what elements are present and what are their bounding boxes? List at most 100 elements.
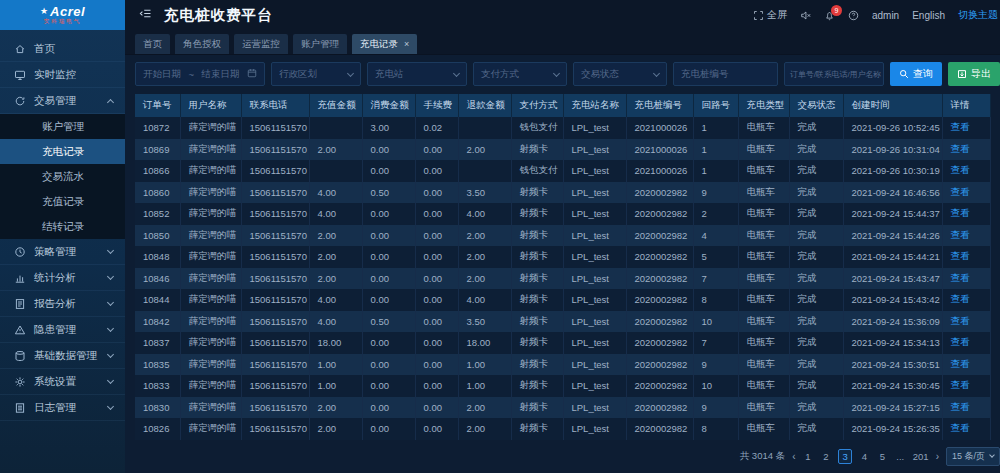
table-cell: 7 xyxy=(693,332,738,354)
table-cell: 0.00 xyxy=(415,160,458,182)
table-cell: 电瓶车 xyxy=(738,182,789,204)
tab[interactable]: 首页 xyxy=(135,34,170,54)
page-number[interactable]: 2 xyxy=(820,451,831,462)
table-cell: 2021-09-24 15:30:45 xyxy=(843,375,942,397)
table-cell: LPL_test xyxy=(563,418,626,440)
table-cell: 完成 xyxy=(789,397,843,419)
sidebar-item[interactable]: 日志管理 xyxy=(0,395,125,421)
detail-link[interactable]: 查看 xyxy=(942,418,990,440)
page-number[interactable]: 1 xyxy=(802,451,813,462)
keyword-input[interactable]: 订单号/联系电话/用户名称 xyxy=(784,62,884,86)
table-cell: 薛定谔的喵 xyxy=(180,139,241,161)
detail-link[interactable]: 查看 xyxy=(942,203,990,225)
table-cell: 0.00 xyxy=(415,225,458,247)
detail-link[interactable]: 查看 xyxy=(942,332,990,354)
table-cell xyxy=(309,160,362,182)
pay-method-select[interactable]: 支付方式 xyxy=(473,62,567,86)
sidebar-subitem[interactable]: 充值记录 xyxy=(0,189,125,214)
table-cell: 电瓶车 xyxy=(738,354,789,376)
sidebar-item[interactable]: 统计分析 xyxy=(0,265,125,291)
page-number[interactable]: 3 xyxy=(838,449,851,464)
user-menu[interactable]: admin xyxy=(872,10,899,21)
prev-page-button[interactable]: ‹ xyxy=(791,451,796,462)
table-cell: 2020002982 xyxy=(626,311,693,333)
export-button[interactable]: 导出 xyxy=(948,62,1000,86)
detail-link[interactable]: 查看 xyxy=(942,268,990,290)
page-number[interactable]: 5 xyxy=(877,451,888,462)
tab[interactable]: 角色授权 xyxy=(175,34,229,54)
station-select[interactable]: 充电站 xyxy=(367,62,467,86)
notifications-button[interactable]: 9 xyxy=(824,10,835,21)
trade-status-select[interactable]: 交易状态 xyxy=(573,62,667,86)
table-cell: 薛定谔的喵 xyxy=(180,354,241,376)
home-icon xyxy=(14,43,26,55)
sidebar-item[interactable]: 基础数据管理 xyxy=(0,343,125,369)
detail-link[interactable]: 查看 xyxy=(942,182,990,204)
detail-link[interactable]: 查看 xyxy=(942,160,990,182)
query-button[interactable]: 查询 xyxy=(890,62,942,86)
detail-link[interactable]: 查看 xyxy=(942,289,990,311)
page-number[interactable]: 4 xyxy=(859,451,870,462)
sidebar-subitem[interactable]: 交易流水 xyxy=(0,164,125,189)
sidebar-item[interactable]: 交易管理 xyxy=(0,88,125,114)
theme-switch-link[interactable]: 切换主题 xyxy=(958,8,998,22)
detail-link[interactable]: 查看 xyxy=(942,117,990,139)
table-cell: 7 xyxy=(693,268,738,290)
table-cell: 2.00 xyxy=(309,246,362,268)
table-cell: 10872 xyxy=(135,117,180,139)
speaker-muted-icon xyxy=(800,10,811,21)
column-header: 创建时间 xyxy=(843,94,942,117)
detail-link[interactable]: 查看 xyxy=(942,311,990,333)
table-cell: 1 xyxy=(693,139,738,161)
sidebar-item[interactable]: 策略管理 xyxy=(0,239,125,265)
tab[interactable]: 运营监控 xyxy=(234,34,288,54)
page-number[interactable]: 201 xyxy=(913,451,929,462)
detail-link[interactable]: 查看 xyxy=(942,139,990,161)
sidebar-item[interactable]: 首页 xyxy=(0,36,125,62)
sidebar-subitem[interactable]: 账户管理 xyxy=(0,114,125,139)
table-cell: 2021000026 xyxy=(626,160,693,182)
tab-close-icon[interactable]: × xyxy=(404,39,409,49)
help-button[interactable] xyxy=(848,10,859,21)
table-cell: 10 xyxy=(693,311,738,333)
main: 充电桩收费平台 全屏 9 admin English 切换主题 xyxy=(125,0,1000,473)
tab[interactable]: 账户管理 xyxy=(293,34,347,54)
export-icon xyxy=(957,69,967,79)
table-cell: 15061151570 xyxy=(241,139,309,161)
sidebar-item[interactable]: 隐患管理 xyxy=(0,317,125,343)
table-cell: 10866 xyxy=(135,160,180,182)
table-cell: 2020002982 xyxy=(626,268,693,290)
table-cell: 2.00 xyxy=(458,246,511,268)
mute-button[interactable] xyxy=(800,10,811,21)
table-cell: 0.02 xyxy=(415,117,458,139)
page-numbers: 12345...201 xyxy=(802,449,928,464)
table-cell: LPL_test xyxy=(563,246,626,268)
fullscreen-button[interactable]: 全屏 xyxy=(753,8,787,22)
column-header: 详情 xyxy=(942,94,990,117)
sidebar-subitem[interactable]: 结转记录 xyxy=(0,214,125,239)
sidebar-item[interactable]: 实时监控 xyxy=(0,62,125,88)
detail-link[interactable]: 查看 xyxy=(942,354,990,376)
table-row: 10837薛定谔的喵1506115157018.000.000.0018.00射… xyxy=(135,332,990,354)
sidebar-item[interactable]: 系统设置 xyxy=(0,369,125,395)
date-range-picker[interactable]: 开始日期 ~ 结束日期 xyxy=(135,62,265,86)
detail-link[interactable]: 查看 xyxy=(942,225,990,247)
sidebar-item[interactable]: 报告分析 xyxy=(0,291,125,317)
brand-logo: ★ Acrel 安科瑞电气 xyxy=(0,0,125,30)
detail-link[interactable]: 查看 xyxy=(942,397,990,419)
detail-link[interactable]: 查看 xyxy=(942,246,990,268)
monitor-icon xyxy=(14,69,26,81)
menu-fold-icon[interactable] xyxy=(139,6,152,24)
next-page-button[interactable]: › xyxy=(935,451,940,462)
table-row: 10842薛定谔的喵150611515704.000.500.003.50射频卡… xyxy=(135,311,990,333)
region-select[interactable]: 行政区划 xyxy=(271,62,361,86)
sidebar-subitem[interactable]: 充电记录 xyxy=(0,139,125,164)
tab[interactable]: 充电记录× xyxy=(352,34,417,54)
table-cell: 18.00 xyxy=(458,332,511,354)
table-cell: 10848 xyxy=(135,246,180,268)
pile-no-input[interactable]: 充电桩编号 xyxy=(673,62,778,86)
language-switch[interactable]: English xyxy=(912,10,945,21)
table-cell: 15061151570 xyxy=(241,354,309,376)
detail-link[interactable]: 查看 xyxy=(942,375,990,397)
page-size-select[interactable]: 15 条/页 xyxy=(946,447,1000,466)
